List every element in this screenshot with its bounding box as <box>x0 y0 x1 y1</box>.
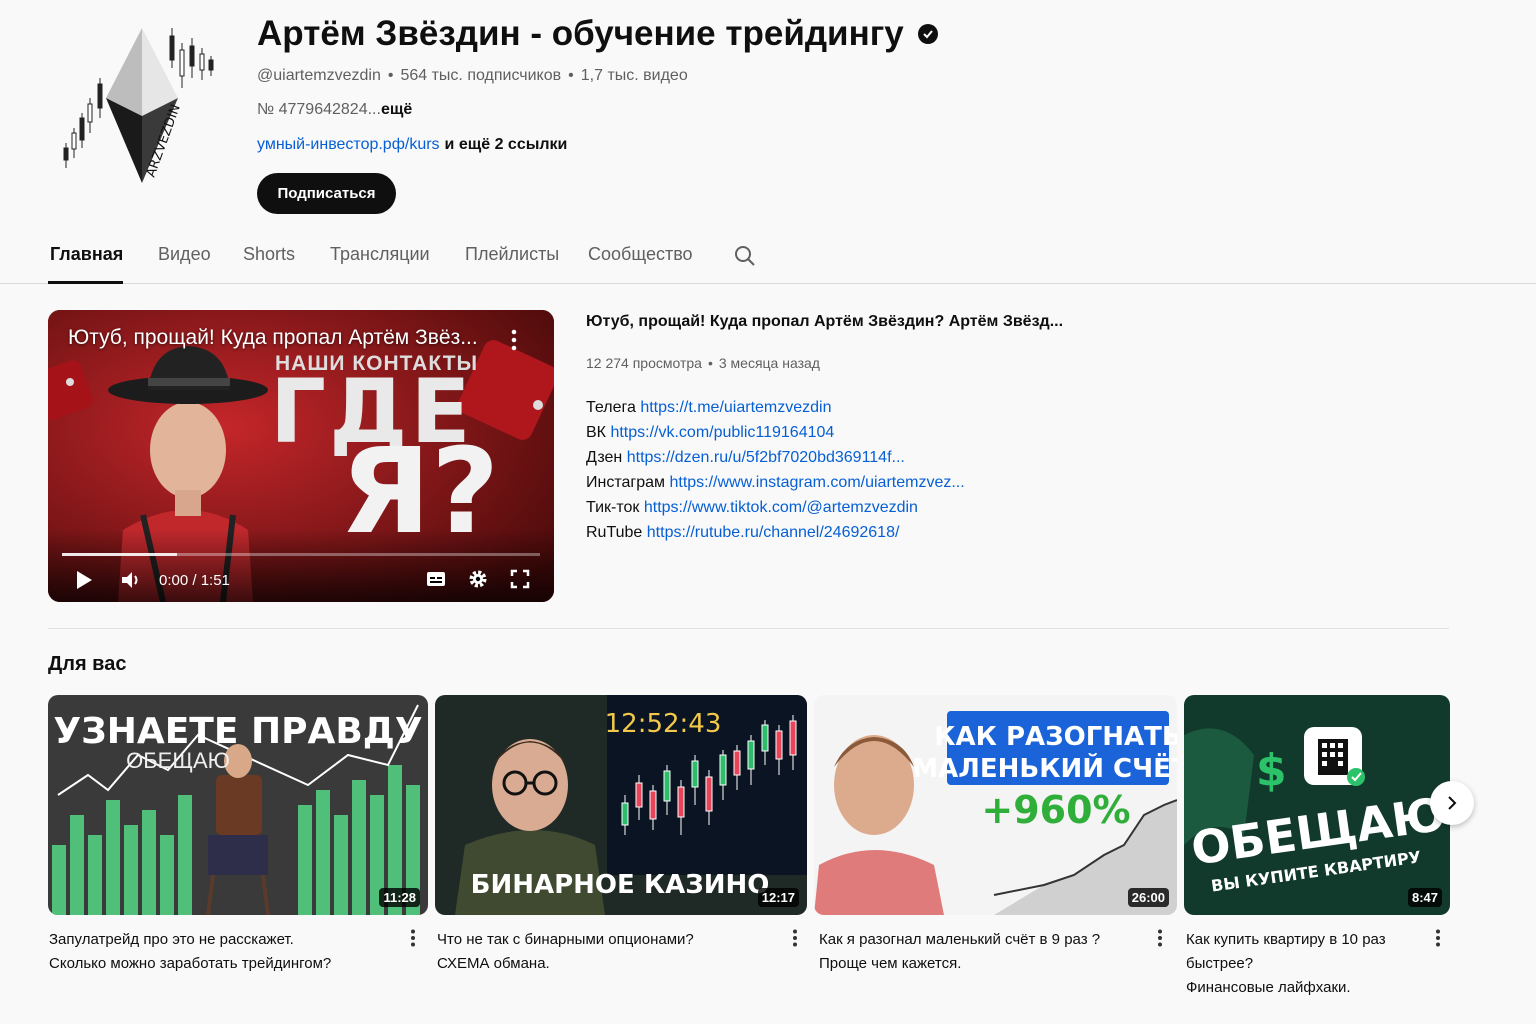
more-vert-icon[interactable] <box>792 929 798 947</box>
volume-icon[interactable] <box>120 570 142 590</box>
featured-video-title[interactable]: Ютуб, прощай! Куда пропал Артём Звёздин?… <box>586 313 1063 331</box>
video-card[interactable]: $ ОБЕЩАЮ ВЫ КУПИТЕ КВАРТИРУ 8:47 Как куп… <box>1184 695 1450 996</box>
video-thumbnail[interactable]: 12:52:43 БИНАРНОЕ КАЗИНО 12:17 <box>435 695 807 915</box>
video-thumbnail[interactable]: КАК РАЗОГНАТЬ МАЛЕНЬКИЙ СЧЁТ? +960% 26:0… <box>814 695 1177 915</box>
video-title[interactable]: Запулатрейд про это не расскажет. Скольк… <box>49 928 399 976</box>
featured-video-meta: 12 274 просмотра • 3 месяца назад <box>586 355 820 371</box>
thumb-box-line1: КАК РАЗОГНАТЬ <box>934 722 1177 752</box>
dollar-icon: $ <box>1256 745 1287 796</box>
channel-avatar[interactable]: ARZVEZDIN <box>56 18 220 186</box>
contact-line: Инстаграм https://www.instagram.com/uiar… <box>586 474 965 491</box>
channel-meta: @uiartemzvezdin • 564 тыс. подписчиков • 1,7… <box>257 67 688 84</box>
featured-video-player[interactable]: НАШИ КОНТАКТЫ ГДЕ Я? Ютуб, прощай! Куда … <box>48 310 554 602</box>
thumb-box-line2: МАЛЕНЬКИЙ СЧЁТ? <box>912 752 1177 784</box>
description-text: № 4779642824... <box>257 101 381 118</box>
thumb-percent: +960% <box>981 788 1130 832</box>
tab-community[interactable]: Сообщество <box>588 244 693 265</box>
contact-line: ВК https://vk.com/public119164104 <box>586 424 835 441</box>
channel-description[interactable]: № 4779642824...ещё <box>257 101 412 119</box>
telegram-link[interactable]: https://t.me/uiartemzvezdin <box>640 399 831 416</box>
fullscreen-icon[interactable] <box>510 569 530 589</box>
video-duration: 11:28 <box>379 888 420 907</box>
thumb-me-text: Я? <box>340 422 500 560</box>
contact-line: Тик-ток https://www.tiktok.com/@artemzve… <box>586 499 918 516</box>
channel-name: Артём Звёздин - обучение трейдингу <box>257 14 904 53</box>
subscribe-button[interactable]: Подписаться <box>257 173 396 214</box>
thumb-subline: ОБЕЩАЮ <box>126 748 230 773</box>
thumb-headline: БИНАРНОЕ КАЗИНО <box>471 870 770 900</box>
more-vert-icon[interactable] <box>1157 929 1163 947</box>
thumb-headline: УЗНАЕТЕ ПРАВДУ <box>53 711 422 752</box>
tiktok-link[interactable]: https://www.tiktok.com/@artemzvezdin <box>644 499 918 516</box>
channel-links: умный-инвестор.рф/kurs и ещё 2 ссылки <box>257 136 567 154</box>
featured-video-description: Телега https://t.me/uiartemzvezdin ВК ht… <box>586 395 965 545</box>
video-card[interactable]: 12:52:43 БИНАРНОЕ КАЗИНО 12:17 Что не та… <box>435 695 807 972</box>
video-duration: 26:00 <box>1127 888 1169 907</box>
contact-line: RuTube https://rutube.ru/channel/2469261… <box>586 524 900 541</box>
thumb-clock: 12:52:43 <box>605 709 722 739</box>
video-title[interactable]: Как я разогнал маленький счёт в 9 раз ? … <box>819 928 1149 976</box>
vk-link[interactable]: https://vk.com/public119164104 <box>610 424 834 441</box>
video-count: 1,7 тыс. видео <box>580 67 688 84</box>
channel-website-link[interactable]: умный-инвестор.рф/kurs <box>257 136 440 153</box>
video-duration: 12:17 <box>757 888 799 907</box>
video-thumbnail[interactable]: $ ОБЕЩАЮ ВЫ КУПИТЕ КВАРТИРУ 8:47 <box>1184 695 1450 915</box>
chevron-right-icon <box>1448 796 1457 810</box>
dzen-link[interactable]: https://dzen.ru/u/5f2bf7020bd369114f... <box>627 449 905 466</box>
more-links-button[interactable]: и ещё 2 ссылки <box>445 136 568 153</box>
player-time: 0:00 / 1:51 <box>159 572 230 589</box>
more-vert-icon[interactable] <box>1435 929 1441 947</box>
contact-line: Дзен https://dzen.ru/u/5f2bf7020bd369114… <box>586 449 905 466</box>
carousel-next-button[interactable] <box>1430 781 1474 825</box>
tab-videos[interactable]: Видео <box>158 244 211 265</box>
progress-fill <box>62 553 177 556</box>
video-thumbnail[interactable]: УЗНАЕТЕ ПРАВДУ ОБЕЩАЮ 11:28 <box>48 695 428 915</box>
player-title[interactable]: Ютуб, прощай! Куда пропал Артём Звёз... <box>68 326 478 350</box>
subscriber-count: 564 тыс. подписчиков <box>400 67 562 84</box>
tab-playlists[interactable]: Плейлисты <box>465 244 559 265</box>
tab-shorts[interactable]: Shorts <box>243 244 295 265</box>
instagram-link[interactable]: https://www.instagram.com/uiartemzvez... <box>669 474 964 491</box>
more-vert-icon[interactable] <box>410 929 416 947</box>
more-vert-icon[interactable] <box>504 328 524 352</box>
upload-age: 3 месяца назад <box>718 355 820 371</box>
channel-tabs: Главная Видео Shorts Трансляции Плейлист… <box>0 228 1536 284</box>
view-count: 12 274 просмотра <box>586 355 702 371</box>
channel-title: Артём Звёздин - обучение трейдингу <box>257 14 938 54</box>
search-icon[interactable] <box>734 245 756 267</box>
verified-check-icon <box>917 24 938 44</box>
play-icon[interactable] <box>74 568 94 592</box>
channel-handle: @uiartemzvezdin <box>257 67 381 84</box>
video-card[interactable]: УЗНАЕТЕ ПРАВДУ ОБЕЩАЮ 11:28 Запулатрейд … <box>48 695 428 972</box>
tab-home[interactable]: Главная <box>50 244 123 265</box>
settings-gear-icon[interactable] <box>468 569 488 589</box>
video-title[interactable]: Как купить квартиру в 10 раз быстрее? Фи… <box>1186 928 1426 1000</box>
video-title[interactable]: Что не так с бинарными опционами? СХЕМА … <box>437 928 782 976</box>
contact-line: Телега https://t.me/uiartemzvezdin <box>586 399 832 416</box>
tab-live[interactable]: Трансляции <box>330 244 430 265</box>
progress-bar[interactable] <box>62 553 540 556</box>
section-divider <box>48 628 1449 629</box>
section-title: Для вас <box>48 653 127 675</box>
subtitles-icon[interactable] <box>426 571 446 587</box>
video-card[interactable]: КАК РАЗОГНАТЬ МАЛЕНЬКИЙ СЧЁТ? +960% 26:0… <box>814 695 1177 972</box>
description-more-link[interactable]: ещё <box>381 101 412 118</box>
player-controls: 0:00 / 1:51 <box>48 560 554 602</box>
active-tab-indicator <box>48 281 123 284</box>
rutube-link[interactable]: https://rutube.ru/channel/24692618/ <box>647 524 900 541</box>
video-duration: 8:47 <box>1407 888 1442 907</box>
